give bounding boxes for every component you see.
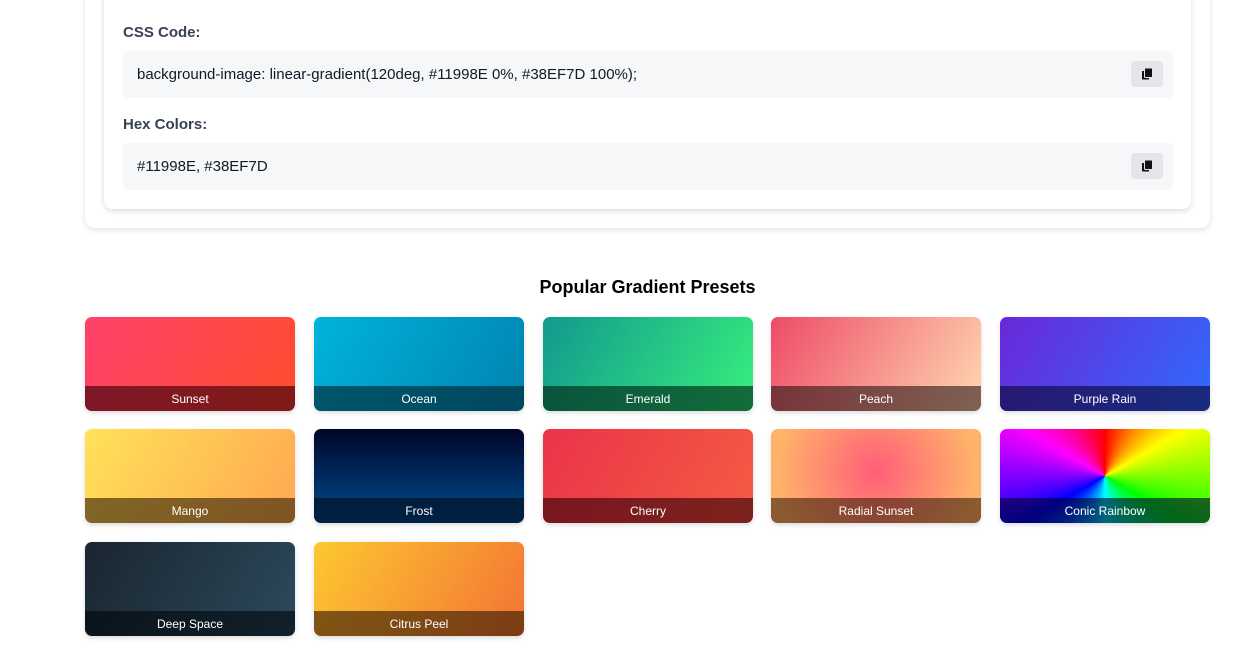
preset-label: Ocean [314,386,524,411]
preset-purple-rain[interactable]: Purple Rain [1000,317,1210,411]
preset-peach[interactable]: Peach [771,317,981,411]
preset-label: Purple Rain [1000,386,1210,411]
preset-frost[interactable]: Frost [314,429,524,523]
preset-mango[interactable]: Mango [85,429,295,523]
preset-radial-sunset[interactable]: Radial Sunset [771,429,981,523]
preset-label: Deep Space [85,611,295,636]
copy-icon [1141,159,1153,173]
copy-icon [1141,67,1153,81]
preset-emerald[interactable]: Emerald [543,317,753,411]
preset-label: Citrus Peel [314,611,524,636]
css-code-label: CSS Code: [123,24,201,41]
preset-label: Mango [85,498,295,523]
presets-title: Popular Gradient Presets [539,277,756,297]
copy-hex-button[interactable] [1131,153,1163,179]
preset-cherry[interactable]: Cherry [543,429,753,523]
preset-sunset[interactable]: Sunset [85,317,295,411]
hex-colors-box: #11998E, #38EF7D [123,143,1173,190]
hex-colors-text: #11998E, #38EF7D [137,158,268,175]
css-code-text: background-image: linear-gradient(120deg… [137,66,638,83]
preset-deep-space[interactable]: Deep Space [85,542,295,636]
preset-label: Emerald [543,386,753,411]
preset-label: Cherry [543,498,753,523]
preset-label: Conic Rainbow [1000,498,1210,523]
css-code-box: background-image: linear-gradient(120deg… [123,51,1173,98]
preset-ocean[interactable]: Ocean [314,317,524,411]
preset-label: Peach [771,386,981,411]
preset-label: Frost [314,498,524,523]
copy-css-button[interactable] [1131,61,1163,87]
preset-label: Radial Sunset [771,498,981,523]
hex-colors-label: Hex Colors: [123,116,208,133]
preset-citrus-peel[interactable]: Citrus Peel [314,542,524,636]
preset-label: Sunset [85,386,295,411]
preset-conic-rainbow[interactable]: Conic Rainbow [1000,429,1210,523]
